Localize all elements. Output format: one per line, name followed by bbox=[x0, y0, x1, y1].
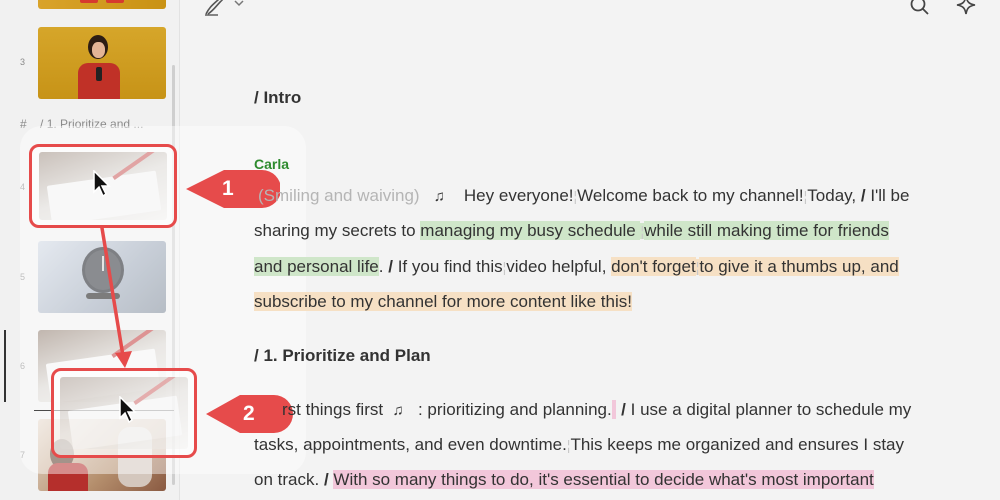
step-2-number: 2 bbox=[243, 402, 255, 425]
transcript-editor[interactable]: / Intro Carla (Smiling and waiving) ♫ He… bbox=[254, 0, 1000, 500]
step-1-number: 1 bbox=[222, 177, 234, 200]
highlighted-segment: subscribe to my channel for more content… bbox=[254, 292, 632, 311]
speaker-label[interactable]: Carla bbox=[254, 156, 289, 172]
text-segment: . bbox=[378, 257, 384, 276]
text-segment: This keeps me organized and ensures I st… bbox=[570, 435, 905, 454]
transcript-line[interactable]: subscribe to my channel for more content… bbox=[254, 290, 632, 314]
transcript-line[interactable]: and personal life. / If you find this¦vi… bbox=[254, 255, 899, 279]
cursor-icon bbox=[119, 396, 137, 424]
transcript-line[interactable]: on track. / With so many things to do, i… bbox=[254, 468, 874, 492]
scene-break-marker: / bbox=[388, 257, 393, 276]
text-segment: I'll be bbox=[870, 186, 910, 205]
text-segment: If you find this bbox=[397, 257, 503, 276]
transcript-line[interactable]: sharing my secrets to managing my busy s… bbox=[254, 219, 889, 243]
scene-break-marker: / bbox=[860, 186, 866, 205]
section-heading-intro: / Intro bbox=[254, 88, 302, 107]
highlighted-segment: With so many things to do, it's essentia… bbox=[333, 470, 874, 489]
music-note-icon: ♫ bbox=[433, 188, 445, 205]
scene-break-marker: / bbox=[323, 470, 329, 489]
text-segment: sharing my secrets to bbox=[254, 221, 416, 240]
stage-direction: (Smiling and waiving) bbox=[258, 186, 420, 205]
transcript-line[interactable]: tasks, appointments, and even downtime.¦… bbox=[254, 433, 904, 457]
section-heading-prioritize: / 1. Prioritize and Plan bbox=[254, 346, 431, 365]
scene-break-marker: / bbox=[621, 400, 626, 419]
music-note-icon: ♫ bbox=[392, 402, 404, 419]
text-segment: Hey everyone! bbox=[463, 186, 574, 205]
highlighted-segment: and personal life bbox=[254, 257, 379, 276]
highlighted-segment: don't forget bbox=[611, 257, 696, 276]
text-segment: tasks, appointments, and even downtime. bbox=[254, 435, 567, 454]
text-segment: video helpful, bbox=[506, 257, 607, 276]
pen-icon[interactable] bbox=[202, 0, 226, 20]
transcript-line[interactable]: (Smiling and waiving) ♫ Hey everyone!¦We… bbox=[258, 184, 909, 209]
text-segment: Welcome back to my channel! bbox=[577, 186, 804, 205]
text-segment: on track. bbox=[254, 470, 320, 489]
text-segment: rst things first bbox=[282, 400, 384, 419]
chevron-down-icon[interactable] bbox=[232, 0, 246, 12]
cursor-icon bbox=[93, 170, 111, 198]
highlighted-segment: managing my busy schedule bbox=[420, 221, 641, 240]
text-segment: : prioritizing and planning. bbox=[417, 400, 612, 419]
text-segment: I use a digital planner to schedule my bbox=[630, 400, 912, 419]
highlighted-segment bbox=[611, 400, 617, 419]
transcript-line[interactable]: rst things first ♫ : prioritizing and pl… bbox=[282, 398, 911, 423]
highlighted-segment: while still making time for friends bbox=[644, 221, 889, 240]
text-segment: Today, bbox=[807, 186, 857, 205]
highlighted-segment: to give it a thumbs up, and bbox=[699, 257, 899, 276]
